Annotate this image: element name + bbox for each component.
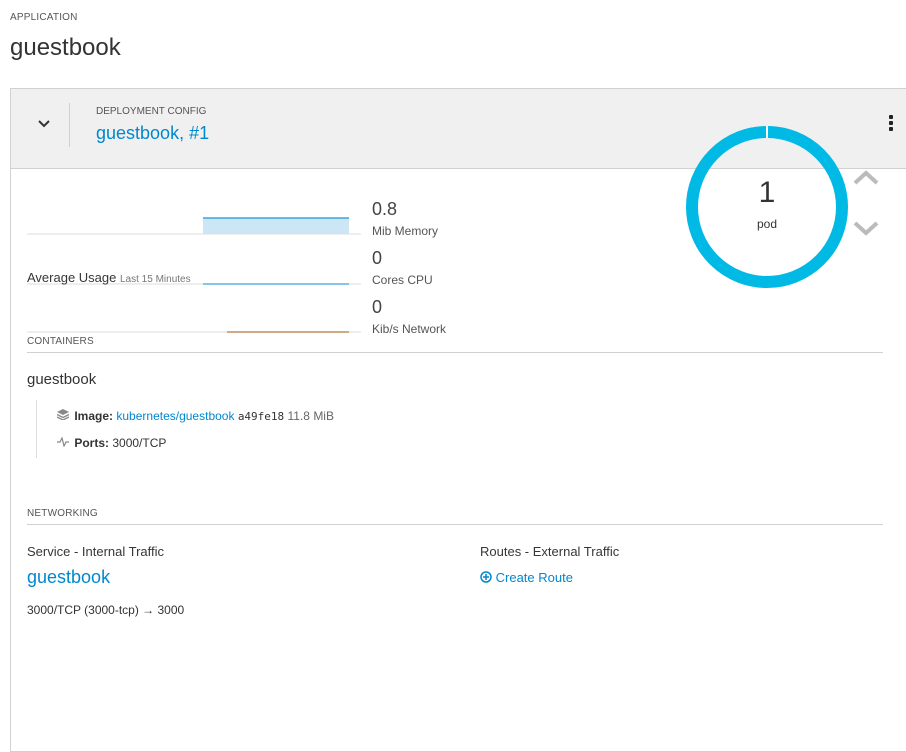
ports-label: Ports: [74,436,110,450]
create-route-label: Create Route [495,570,573,585]
image-link[interactable]: kubernetes/guestbook [116,409,234,423]
create-route-link[interactable]: Create Route [480,570,573,585]
service-port: 3000/TCP (3000-tcp) → 3000 [27,603,185,617]
memory-unit: Mib Memory [372,224,439,238]
application-label: APPLICATION [10,12,78,23]
pulse-icon [57,436,71,450]
header-divider [69,103,70,147]
scale-down-icon[interactable] [852,218,880,238]
image-size: 11.8 MiB [287,409,334,423]
scale-up-icon[interactable] [852,168,880,188]
networking-divider [27,524,883,525]
memory-sparkline [27,217,361,235]
network-sparkline [27,331,361,333]
routes-label: Routes - External Traffic [480,544,620,559]
networking-label: NETWORKING [27,508,98,519]
network-unit: Kib/s Network [372,322,447,336]
network-value: 0 [372,297,383,317]
deployment-config-link[interactable]: guestbook, #1 [96,123,209,144]
containers-divider [27,352,883,353]
memory-value: 0.8 [372,199,398,219]
cpu-value: 0 [372,248,383,268]
containers-label: CONTAINERS [27,336,94,347]
ports-value: 3000/TCP [112,436,167,450]
container-name: guestbook [27,371,97,388]
image-layers-icon [56,409,71,423]
service-link[interactable]: guestbook [27,567,110,588]
image-row: Image: kubernetes/guestbook a49fe18 11.8… [56,409,334,423]
pod-count: 1 [758,176,776,209]
image-id: a49fe18 [237,410,285,423]
kebab-menu-icon[interactable] [886,113,896,137]
average-usage-label: Average Usage [27,270,117,285]
plus-circle-icon [480,570,496,585]
container-details [36,400,48,458]
deployment-config-label: DEPLOYMENT CONFIG [96,106,207,117]
pod-label: pod [756,217,778,231]
service-label: Service - Internal Traffic [27,544,165,559]
cpu-unit: Cores CPU [372,273,433,287]
chevron-down-icon[interactable] [36,115,52,131]
image-label: Image: [74,409,114,423]
average-usage-range: Last 15 Minutes [120,274,191,285]
average-usage: Average Usage Last 15 Minutes [27,270,191,285]
ports-row: Ports: 3000/TCP [57,436,166,450]
application-title: guestbook [10,34,121,61]
